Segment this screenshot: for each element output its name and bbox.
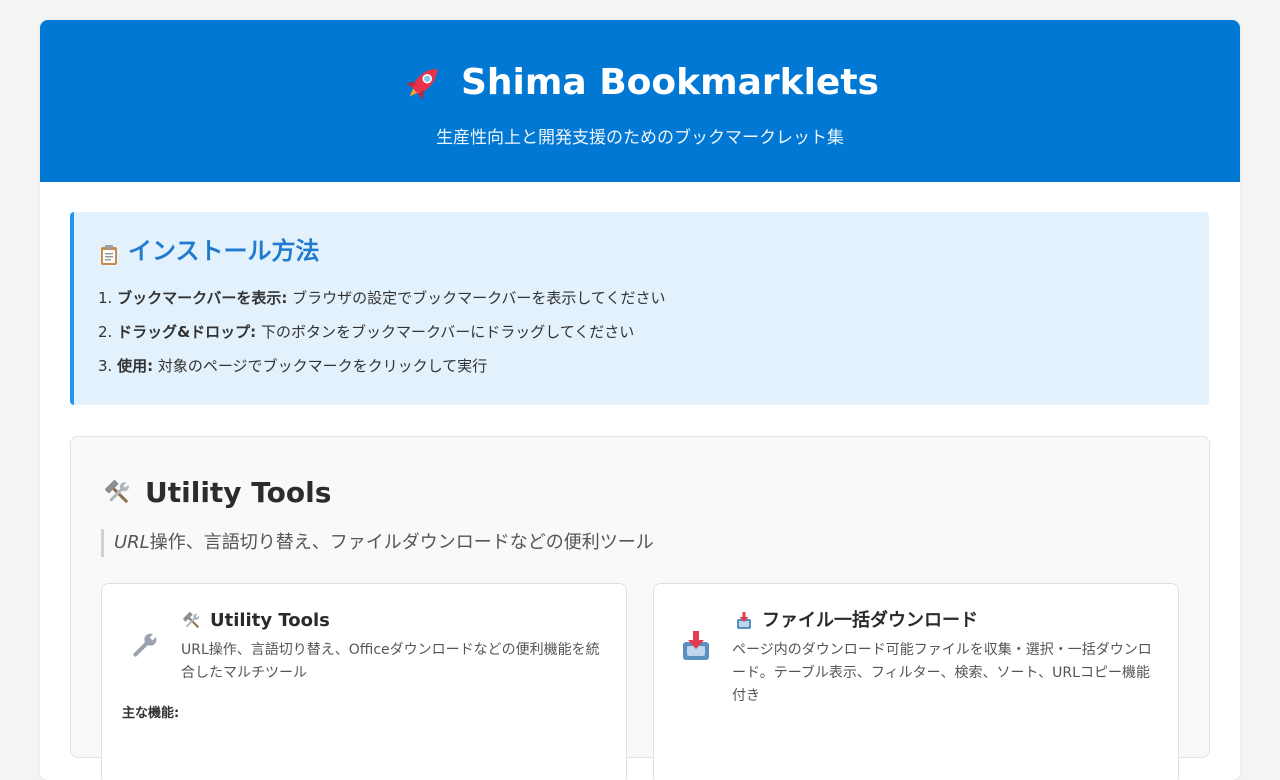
card-title-text: Utility Tools [210,610,330,631]
step-label: ブックマークバーを表示: [117,289,288,307]
step-label: ドラッグ&ドロップ: [117,323,257,341]
step-number: 1. [98,289,113,307]
inbox-download-icon [734,611,754,631]
step-number: 2. [98,323,113,341]
features-label: 主な機能: [122,706,180,721]
install-step: 2. ドラッグ&ドロップ: 下のボタンをブックマークバーにドラッグしてください [98,322,665,356]
step-text: ブラウザの設定でブックマークバーを表示してください [287,289,666,307]
step-number: 3. [98,357,113,375]
page-subtitle: 生産性向上と開発支援のためのブックマークレット集 [436,128,844,148]
page-header: Shima Bookmarklets 生産性向上と開発支援のためのブックマークレ… [40,20,1240,182]
section-description-text: 操作、言語切り替え、ファイルダウンロードなどの便利ツール [149,532,654,553]
header-title-row: Shima Bookmarklets [40,60,1240,106]
clipboard-icon [98,241,118,265]
step-text: 下のボタンをブックマークバーにドラッグしてください [256,323,635,341]
section-description: URL操作、言語切り替え、ファイルダウンロードなどの便利ツール [101,529,654,557]
section-heading: Utility Tools [103,473,331,513]
inbox-download-icon [678,628,714,664]
install-step: 3. 使用: 対象のページでブックマークをクリックして実行 [98,356,665,390]
card-title: Utility Tools [182,608,330,634]
hammer-wrench-icon [103,478,133,508]
rocket-icon [401,61,445,105]
wrench-icon [126,628,162,664]
bookmarklet-card-file-download[interactable]: ファイル一括ダウンロード ページ内のダウンロード可能ファイルを収集・選択・一括ダ… [653,583,1179,780]
install-heading: インストール方法 [98,234,320,268]
section-description-em: URL [114,532,150,553]
card-description: ページ内のダウンロード可能ファイルを収集・選択・一括ダウンロード。テーブル表示、… [732,642,1152,704]
section-title: Utility Tools [145,476,332,509]
utility-tools-section: Utility Tools URL操作、言語切り替え、ファイルダウンロードなどの… [70,436,1210,780]
install-instructions-panel: インストール方法 1. ブックマークバーを表示: ブラウザの設定でブックマークバ… [70,212,1209,405]
card-description: URL操作、言語切り替え、Officeダウンロードなどの便利機能を統合したマルチ… [181,642,600,681]
bookmarklet-card-utility-tools[interactable]: Utility Tools URL操作、言語切り替え、Officeダウンロードな… [101,583,627,780]
hammer-wrench-icon [182,611,202,631]
page-title: Shima Bookmarklets [461,62,879,103]
install-step: 1. ブックマークバーを表示: ブラウザの設定でブックマークバーを表示してくださ… [98,288,665,322]
page-container: Shima Bookmarklets 生産性向上と開発支援のためのブックマークレ… [40,20,1240,780]
step-text: 対象のページでブックマークをクリックして実行 [153,357,488,375]
card-title: ファイル一括ダウンロード [734,608,978,634]
step-label: 使用: [117,357,154,375]
card-title-text: ファイル一括ダウンロード [762,610,978,631]
install-steps: 1. ブックマークバーを表示: ブラウザの設定でブックマークバーを表示してくださ… [98,288,665,390]
install-title: インストール方法 [128,237,320,265]
